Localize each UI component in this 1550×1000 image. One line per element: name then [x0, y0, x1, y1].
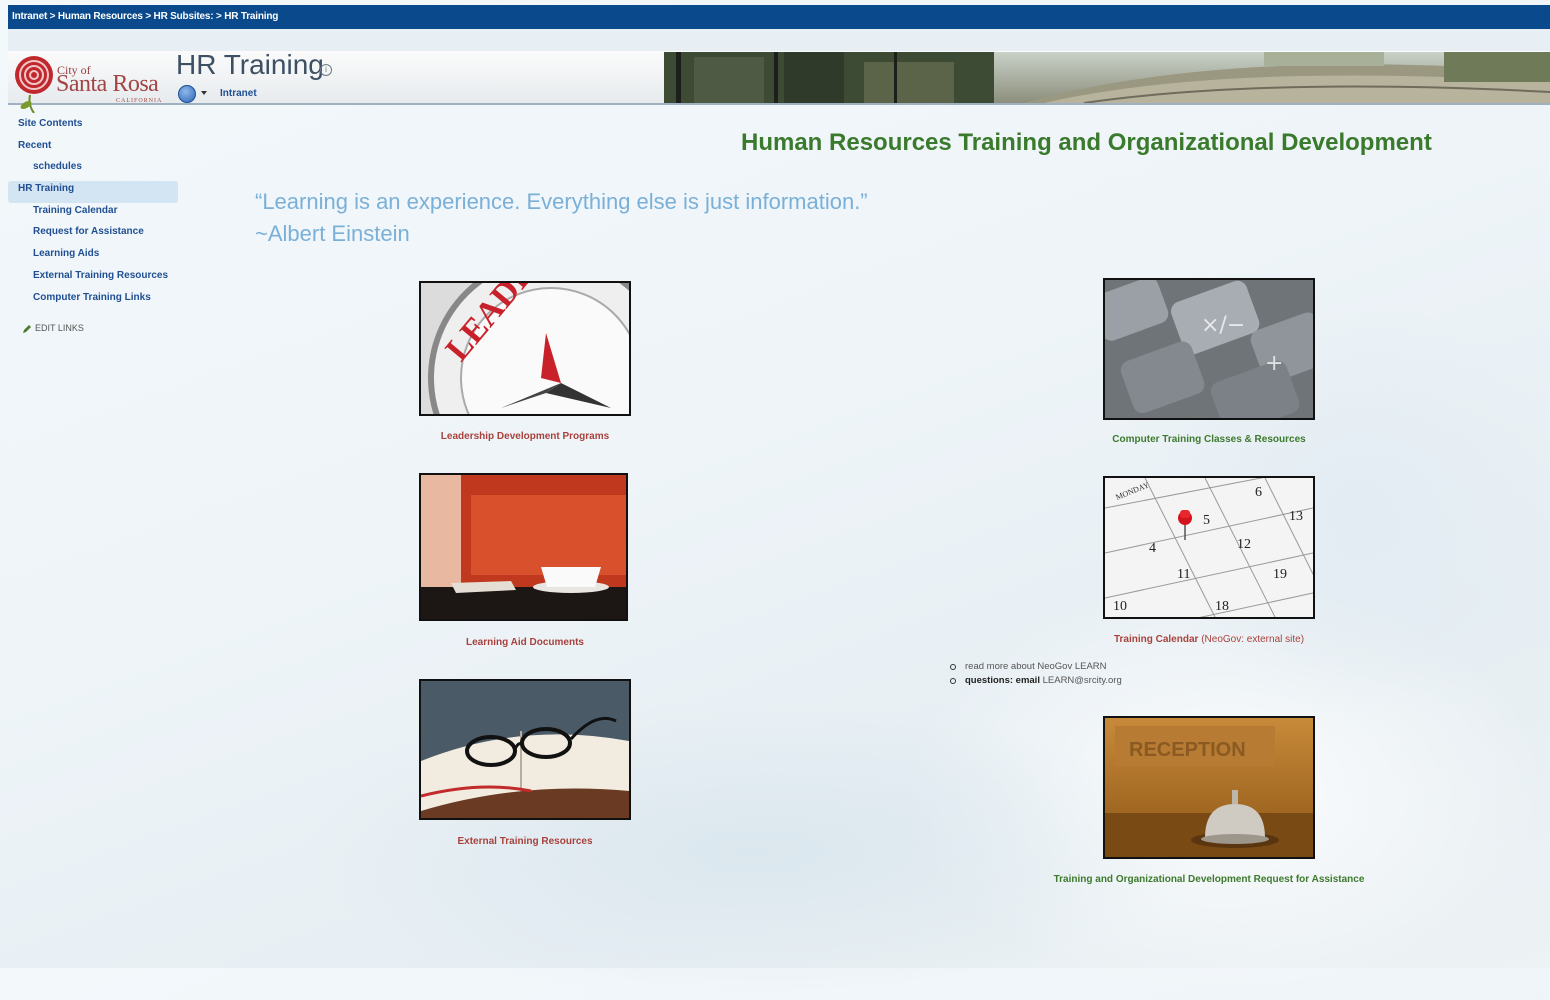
- calendar-date: 11: [1177, 567, 1190, 582]
- nav-training-calendar[interactable]: Training Calendar: [8, 203, 178, 225]
- logo-city-name: Santa Rosa: [56, 71, 159, 97]
- einstein-quote: “Learning is an experience. Everything e…: [255, 186, 868, 250]
- nav-recent[interactable]: Recent: [8, 138, 178, 160]
- learn-email-link[interactable]: LEARN@srcity.org: [1043, 675, 1122, 686]
- calendar-date: 6: [1255, 485, 1262, 500]
- nav-site-contents[interactable]: Site Contents: [8, 116, 178, 138]
- svg-text:×/−: ×/−: [1201, 313, 1245, 338]
- computer-caption[interactable]: Computer Training Classes & Resources: [1103, 434, 1315, 445]
- calendar-date: 10: [1113, 599, 1127, 614]
- external-caption[interactable]: External Training Resources: [419, 836, 631, 847]
- ribbon-bar: [8, 29, 1550, 51]
- page-heading: Human Resources Training and Organizatio…: [741, 129, 1432, 156]
- nav-learning-aids[interactable]: Learning Aids: [8, 246, 178, 268]
- intranet-link[interactable]: Intranet: [220, 88, 257, 99]
- calculator-keys-image: ×/− +: [1105, 280, 1313, 418]
- leadership-caption[interactable]: Leadership Development Programs: [419, 431, 631, 442]
- reception-bell-image: RECEPTION: [1105, 718, 1313, 857]
- calendar-date: 5: [1203, 513, 1210, 528]
- quote-author: ~Albert Einstein: [255, 221, 410, 246]
- logo-state: CALIFORNIA: [116, 98, 163, 104]
- breadcrumb: Intranet > Human Resources > HR Subsites…: [12, 11, 278, 22]
- learning-aid-tile-image[interactable]: [419, 473, 628, 621]
- neogov-learn-link[interactable]: read more about NeoGov LEARN: [965, 661, 1107, 672]
- svg-text:+: +: [1265, 351, 1283, 376]
- breadcrumb-separator: >: [145, 11, 151, 22]
- calendar-date: 19: [1273, 567, 1287, 582]
- quick-launch-nav: Site Contents Recent schedules HR Traini…: [8, 116, 178, 311]
- info-icon[interactable]: i: [320, 64, 332, 76]
- breadcrumb-separator: >: [49, 11, 56, 22]
- calendar-date: 12: [1237, 537, 1251, 552]
- breadcrumb-item-intranet[interactable]: Intranet: [12, 11, 47, 22]
- coffee-cup-image: [421, 475, 626, 619]
- leadership-tile-image[interactable]: LEADERSHIP: [419, 281, 631, 416]
- computer-tile-image[interactable]: ×/− +: [1103, 278, 1315, 420]
- edit-links-label: EDIT LINKS: [35, 323, 84, 333]
- bullet-icon: [950, 664, 956, 670]
- nav-request-for-assistance[interactable]: Request for Assistance: [8, 224, 178, 246]
- banner-image: [664, 52, 1550, 103]
- calendar-date: 18: [1215, 599, 1229, 614]
- calendar-date: 13: [1289, 509, 1303, 524]
- nav-external-training-resources[interactable]: External Training Resources: [8, 268, 178, 290]
- pencil-icon: [23, 325, 31, 333]
- list-item: questions: email LEARN@srcity.org: [948, 675, 1122, 689]
- calendar-pushpin-image: MONDAY 6 13 5 12 4 11 19 10 18: [1105, 478, 1313, 617]
- book-glasses-image: [421, 681, 629, 818]
- list-item: read more about NeoGov LEARN: [948, 661, 1122, 675]
- reception-image-text: RECEPTION: [1129, 739, 1246, 761]
- calendar-caption[interactable]: Training Calendar (NeoGov: external site…: [1103, 634, 1315, 645]
- external-tile-image[interactable]: [419, 679, 631, 820]
- breadcrumb-bar: Intranet > Human Resources > HR Subsites…: [8, 5, 1550, 29]
- neogov-bullet-list: read more about NeoGov LEARN questions: …: [948, 661, 1122, 689]
- calendar-date: 4: [1149, 541, 1156, 556]
- calendar-caption-note: (NeoGov: external site): [1201, 634, 1305, 645]
- breadcrumb-separator: >: [215, 11, 222, 22]
- rose-logo-icon: [15, 56, 53, 113]
- breadcrumb-item-hr-training: HR Training: [224, 11, 279, 22]
- questions-label: questions: email: [965, 675, 1040, 686]
- nav-schedules[interactable]: schedules: [8, 159, 178, 181]
- city-logo[interactable]: City of Santa Rosa CALIFORNIA: [12, 55, 172, 113]
- compass-image: LEADERSHIP: [421, 283, 629, 414]
- site-title[interactable]: HR Training: [176, 49, 324, 81]
- request-caption[interactable]: Training and Organizational Development …: [1045, 874, 1373, 885]
- calendar-caption-title[interactable]: Training Calendar: [1114, 634, 1198, 645]
- site-header: City of Santa Rosa CALIFORNIA HR Trainin…: [8, 49, 1550, 113]
- quote-text: “Learning is an experience. Everything e…: [255, 189, 868, 214]
- globe-icon[interactable]: [178, 85, 196, 103]
- nav-hr-training[interactable]: HR Training: [8, 181, 178, 203]
- bullet-icon: [950, 678, 956, 684]
- breadcrumb-item-human-resources[interactable]: Human Resources: [58, 11, 143, 22]
- chevron-down-icon[interactable]: [201, 91, 207, 95]
- nav-computer-training-links[interactable]: Computer Training Links: [8, 290, 178, 312]
- request-tile-image[interactable]: RECEPTION: [1103, 716, 1315, 859]
- breadcrumb-item-hr-subsites[interactable]: HR Subsites:: [154, 11, 214, 22]
- calendar-tile-image[interactable]: MONDAY 6 13 5 12 4 11 19 10 18: [1103, 476, 1315, 619]
- learning-aid-caption[interactable]: Learning Aid Documents: [419, 637, 631, 648]
